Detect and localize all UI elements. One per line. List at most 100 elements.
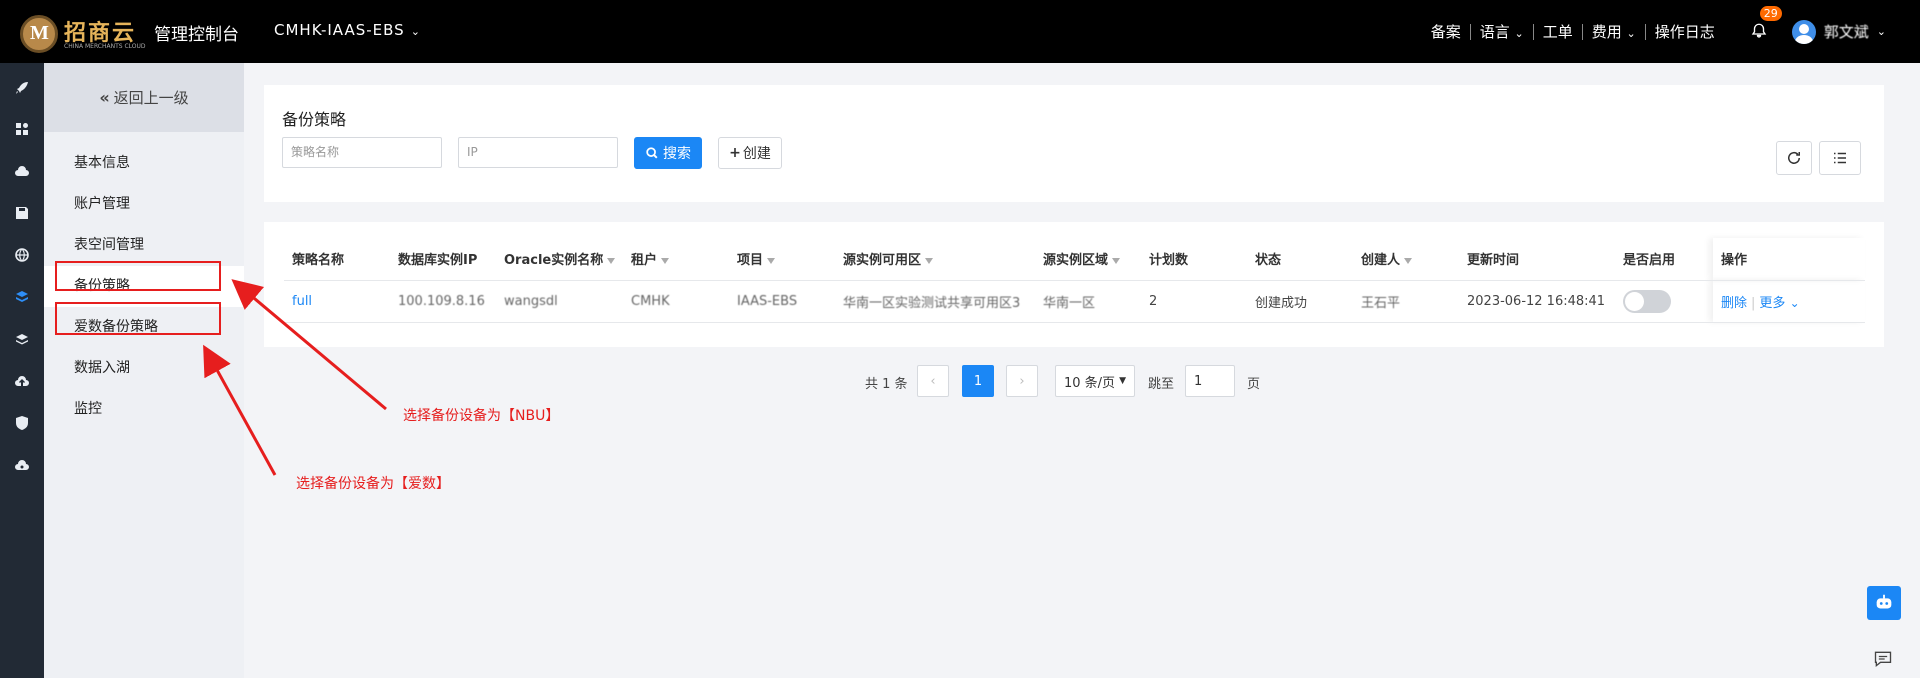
col-region[interactable]: 源实例区域 [1035,238,1141,281]
secondary-menu: « 返回上一级 基本信息 账户管理 表空间管理 备份策略 爱数备份策略 数据入湖… [44,63,244,678]
filter-icon[interactable] [767,257,776,264]
annotation-nbu: 选择备份设备为【NBU】 [403,408,560,424]
cell-db-ip: 100.109.8.16 [390,280,496,323]
cell-actions: 删除 | 更多 ⌄ [1713,280,1865,323]
search-button-label: 搜索 [663,146,691,162]
policy-name-link[interactable]: full [292,294,312,309]
layers-icon[interactable] [12,329,32,349]
cell-policy-name[interactable]: full [284,280,390,323]
policy-name-input[interactable]: 策略名称 [282,137,442,168]
chevron-down-icon: ⌄ [1876,25,1886,38]
nav-billing[interactable]: 费用 ⌄ [1583,21,1645,42]
cell-status: 创建成功 [1247,280,1353,323]
bell-icon [1751,23,1767,38]
globe-icon[interactable] [12,245,32,265]
logo[interactable]: 招商云 CHINA MERCHANTS CLOUD [20,13,146,53]
refresh-button[interactable] [1776,141,1812,175]
table-row: full 100.109.8.16 wangsdl CMHK IAAS-EBS … [284,280,1865,323]
column-settings-button[interactable] [1819,141,1861,175]
filter-icon[interactable] [925,257,934,264]
col-tenant-label: 租户 [631,253,658,269]
grid-icon[interactable] [12,119,32,139]
jump-label: 跳至 [1148,376,1175,392]
ip-input[interactable]: IP [458,137,618,168]
filter-icon[interactable] [607,257,616,264]
col-project[interactable]: 项目 [729,238,835,281]
disk-icon[interactable] [12,203,32,223]
cell-region: 华南一区 [1035,280,1141,323]
username: 郭文斌 [1823,23,1869,41]
next-page-button[interactable]: › [1006,365,1038,397]
jump-input[interactable]: 1 [1185,365,1235,397]
cell-project: IAAS-EBS [729,280,835,323]
col-actions: 操作 [1713,238,1865,281]
nav-language[interactable]: 语言 ⌄ [1471,21,1533,42]
menu-item-tablespace[interactable]: 表空间管理 [44,225,244,266]
delete-link[interactable]: 删除 [1721,296,1747,311]
col-tenant[interactable]: 租户 [623,238,729,281]
assistant-bot-button[interactable] [1867,586,1901,620]
database-icon[interactable] [12,287,32,307]
page-title: 备份策略 [282,110,347,129]
col-creator[interactable]: 创建人 [1353,238,1459,281]
nav-language-label: 语言 [1479,23,1510,41]
logo-mark-icon [20,15,58,53]
oracle-instance-link[interactable]: wangsdl [504,294,558,309]
user-menu[interactable]: 郭文斌 ⌄ [1791,19,1886,44]
menu-item-data-lake[interactable]: 数据入湖 [44,348,244,389]
icon-rail [0,63,44,678]
robot-icon [1876,594,1892,609]
project-name: CMHK-IAAS-EBS [274,21,405,39]
project-switcher[interactable]: CMHK-IAAS-EBS ⌄ [274,21,421,39]
menu-item-basic-info[interactable]: 基本信息 [44,143,244,184]
feedback-button[interactable] [1869,647,1897,671]
chevron-down-icon: ⌄ [1626,27,1636,40]
top-bar: 招商云 CHINA MERCHANTS CLOUD 管理控制台 CMHK-IAA… [0,0,1920,63]
prev-page-button[interactable]: ‹ [917,365,949,397]
table-panel: 策略名称 数据库实例IP Oracle实例名称 租户 项目 源实例可用区 源实例… [264,222,1884,347]
logo-subtitle: CHINA MERCHANTS CLOUD [64,43,146,50]
cloud-settings-icon[interactable] [12,455,32,475]
table-header-row: 策略名称 数据库实例IP Oracle实例名称 租户 项目 源实例可用区 源实例… [284,238,1865,281]
create-button[interactable]: + 创建 [718,137,782,169]
rocket-icon[interactable] [12,78,32,98]
console-title[interactable]: 管理控制台 [154,20,239,45]
cloud-icon[interactable] [12,161,32,181]
back-link[interactable]: « 返回上一级 [44,63,244,132]
notification-bell[interactable]: 29 [1750,5,1782,42]
page-size-select[interactable]: 10 条/页 ▼ [1055,365,1135,397]
col-creator-label: 创建人 [1361,253,1401,269]
menu-item-account[interactable]: 账户管理 [44,184,244,225]
chat-icon [1874,651,1892,668]
cell-oracle-instance: wangsdl [496,280,623,323]
more-dropdown[interactable]: 更多 ⌄ [1759,296,1799,311]
cell-plan-count: 2 [1141,280,1247,323]
search-button[interactable]: 搜索 [634,137,702,169]
nav-beian[interactable]: 备案 [1422,21,1470,42]
nav-ticket[interactable]: 工单 [1534,21,1582,42]
main-content: 备份策略 策略名称 IP 搜索 + 创建 策略名称 数据库实例IP Oracle… [244,63,1920,678]
nav-operation-log[interactable]: 操作日志 [1646,21,1724,42]
shield-icon[interactable] [12,413,32,433]
page-size-value: 10 条/页 [1064,375,1116,391]
page-suffix: 页 [1247,376,1261,392]
col-enabled: 是否启用 [1615,238,1713,281]
cloud-upload-icon[interactable] [12,371,32,391]
notification-badge: 29 [1759,5,1782,21]
filter-icon[interactable] [1404,257,1413,264]
col-oracle-instance[interactable]: Oracle实例名称 [496,238,623,281]
filter-icon[interactable] [661,257,670,264]
col-zone[interactable]: 源实例可用区 [835,238,1035,281]
create-button-label: 创建 [742,146,771,162]
menu-item-monitor[interactable]: 监控 [44,389,244,430]
page-button-current[interactable]: 1 [962,365,994,397]
col-status: 状态 [1247,238,1353,281]
search-icon [646,147,658,159]
nav-billing-label: 费用 [1591,23,1622,41]
enable-toggle[interactable] [1623,289,1671,313]
chevron-right-icon: › [1019,373,1025,389]
col-zone-label: 源实例可用区 [843,253,922,269]
cell-creator: 王石平 [1353,280,1459,323]
divider: | [1751,295,1756,311]
filter-icon[interactable] [1112,257,1121,264]
